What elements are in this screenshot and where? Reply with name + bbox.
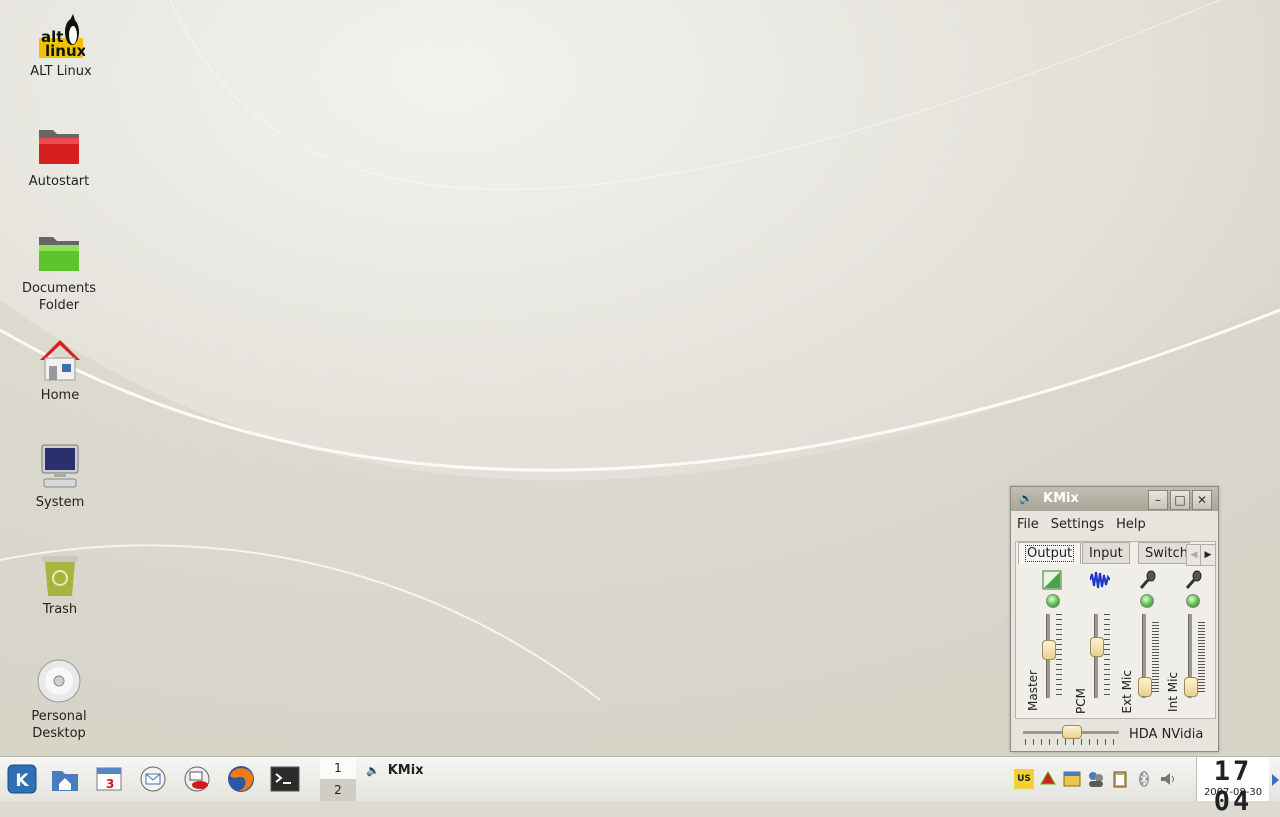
int-mic-slider-thumb[interactable] bbox=[1184, 676, 1198, 697]
svg-text:linux: linux bbox=[45, 42, 85, 60]
system-tray: US bbox=[1014, 765, 1178, 793]
mail-client-launcher[interactable] bbox=[179, 761, 215, 797]
clock-date: 2007-08-30 bbox=[1203, 787, 1263, 798]
desktop-icon-label: ALT Linux bbox=[30, 64, 92, 79]
green-folder-icon bbox=[39, 237, 79, 271]
taskbar: K 3 1 2 🔈 KMix US 17 04 2007-08-30 bbox=[0, 756, 1280, 817]
bluetooth-icon[interactable] bbox=[1134, 769, 1154, 789]
channel-label-pcm: PCM bbox=[1074, 688, 1088, 714]
svg-text:3: 3 bbox=[106, 777, 114, 791]
tab-switch[interactable]: Switch bbox=[1138, 542, 1190, 564]
calendar-icon: 3 bbox=[96, 767, 122, 791]
desktop-icon-system[interactable]: System bbox=[5, 443, 115, 511]
channel-label-master: Master bbox=[1026, 670, 1040, 711]
mail-launcher[interactable] bbox=[135, 761, 171, 797]
waveform-icon bbox=[1090, 571, 1110, 589]
calendar-launcher[interactable]: 3 bbox=[91, 761, 127, 797]
volume-icon[interactable] bbox=[1158, 769, 1178, 789]
menu-file[interactable]: File bbox=[1011, 517, 1045, 532]
desktop-icon-trash[interactable]: Trash bbox=[5, 550, 115, 618]
home-folder-launcher[interactable] bbox=[47, 761, 83, 797]
keyboard-layout-indicator[interactable]: US bbox=[1014, 769, 1034, 789]
tab-input[interactable]: Input bbox=[1082, 542, 1130, 564]
ext-mic-slider-thumb[interactable] bbox=[1138, 676, 1152, 697]
monitor-icon bbox=[41, 444, 79, 488]
desktop-icon-personal-desktop[interactable]: Personal Desktop bbox=[4, 657, 114, 742]
maximize-button[interactable]: □ bbox=[1170, 490, 1190, 510]
task-label: KMix bbox=[387, 762, 424, 778]
firefox-icon bbox=[228, 766, 254, 792]
cd-icon bbox=[37, 659, 81, 703]
red-folder-icon bbox=[39, 130, 79, 164]
terminal-launcher[interactable] bbox=[267, 761, 303, 797]
panel-hide-arrow-icon[interactable] bbox=[1270, 773, 1280, 787]
tab-output[interactable]: Output bbox=[1018, 542, 1082, 564]
master-mute-led[interactable] bbox=[1046, 594, 1060, 608]
speaker-icon: 🔈 bbox=[366, 763, 380, 777]
channel-label-int-mic: Int Mic bbox=[1166, 672, 1180, 712]
window-titlebar[interactable]: 🔈 KMix – □ ✕ bbox=[1011, 487, 1218, 511]
master-ticks bbox=[1056, 614, 1062, 698]
people-icon[interactable] bbox=[1086, 769, 1106, 789]
pcm-ticks bbox=[1104, 614, 1110, 698]
balance-slider[interactable] bbox=[1023, 725, 1119, 745]
desktop-icon-label: Trash bbox=[42, 602, 78, 617]
desktop-icon-documents[interactable]: Documents Folder bbox=[4, 229, 114, 314]
mixer-panel: Output Input Switch ◀ ▶ Master PCM Ext M… bbox=[1015, 541, 1216, 719]
speaker-icon: 🔈 bbox=[1019, 492, 1033, 505]
menu-settings[interactable]: Settings bbox=[1045, 517, 1110, 532]
balance-thumb[interactable] bbox=[1062, 725, 1082, 739]
desktop-icon-label: System bbox=[35, 495, 85, 510]
home-folder-icon bbox=[52, 771, 78, 791]
desktop-icon-home[interactable]: Home bbox=[5, 336, 115, 404]
desktop-icon-label: Personal Desktop bbox=[31, 709, 87, 741]
pager-desktop-1[interactable]: 1 bbox=[320, 757, 356, 779]
desktop-icon-label: Autostart bbox=[28, 174, 90, 189]
kmix-window[interactable]: 🔈 KMix – □ ✕ File Settings Help Output I… bbox=[1010, 486, 1219, 752]
pager-desktop-2[interactable]: 2 bbox=[320, 779, 356, 801]
network-icon[interactable] bbox=[1038, 769, 1058, 789]
microphone-icon bbox=[1139, 570, 1156, 589]
mail-client-icon bbox=[184, 766, 210, 792]
menu-bar: File Settings Help bbox=[1011, 511, 1218, 537]
terminal-icon bbox=[270, 766, 300, 792]
kde-menu-icon: K bbox=[7, 764, 37, 794]
channel-label-ext-mic: Ext Mic bbox=[1120, 670, 1134, 714]
minimize-button[interactable]: – bbox=[1148, 490, 1168, 510]
device-name: HDA NVidia bbox=[1129, 727, 1204, 742]
alt-linux-logo-icon: alt linux bbox=[39, 14, 85, 60]
update-notifier-icon[interactable] bbox=[1062, 769, 1082, 789]
mail-icon bbox=[140, 766, 166, 792]
int-mic-mute-led[interactable] bbox=[1186, 594, 1200, 608]
menu-help[interactable]: Help bbox=[1110, 517, 1152, 532]
tab-scroll-right-button[interactable]: ▶ bbox=[1200, 544, 1216, 566]
window-title: KMix bbox=[1043, 491, 1079, 506]
trash-icon bbox=[42, 556, 78, 596]
close-button[interactable]: ✕ bbox=[1192, 490, 1212, 510]
ext-mic-mute-led[interactable] bbox=[1140, 594, 1154, 608]
desktop-pager: 1 2 bbox=[320, 757, 356, 801]
kde-menu-button[interactable]: K bbox=[4, 761, 40, 797]
clipboard-icon[interactable] bbox=[1110, 769, 1130, 789]
desktop-icon-label: Documents Folder bbox=[21, 281, 97, 313]
desktop-icon-autostart[interactable]: Autostart bbox=[4, 122, 114, 190]
svg-text:K: K bbox=[15, 771, 29, 791]
clock[interactable]: 17 04 2007-08-30 bbox=[1196, 757, 1269, 817]
pcm-slider-thumb[interactable] bbox=[1090, 637, 1104, 658]
taskbar-entry-kmix[interactable]: 🔈 KMix bbox=[366, 759, 424, 781]
ext-mic-level-meter bbox=[1152, 622, 1159, 692]
balance-ticks bbox=[1025, 739, 1117, 745]
desktop-icon-label: Home bbox=[40, 388, 80, 403]
home-icon bbox=[40, 340, 80, 381]
int-mic-level-meter bbox=[1198, 622, 1205, 692]
desktop-icon-alt-linux[interactable]: alt linux ALT Linux bbox=[6, 12, 116, 80]
volume-ramp-icon bbox=[1042, 570, 1062, 590]
master-slider-thumb[interactable] bbox=[1042, 640, 1056, 661]
firefox-launcher[interactable] bbox=[223, 761, 259, 797]
microphone-icon bbox=[1185, 570, 1202, 589]
